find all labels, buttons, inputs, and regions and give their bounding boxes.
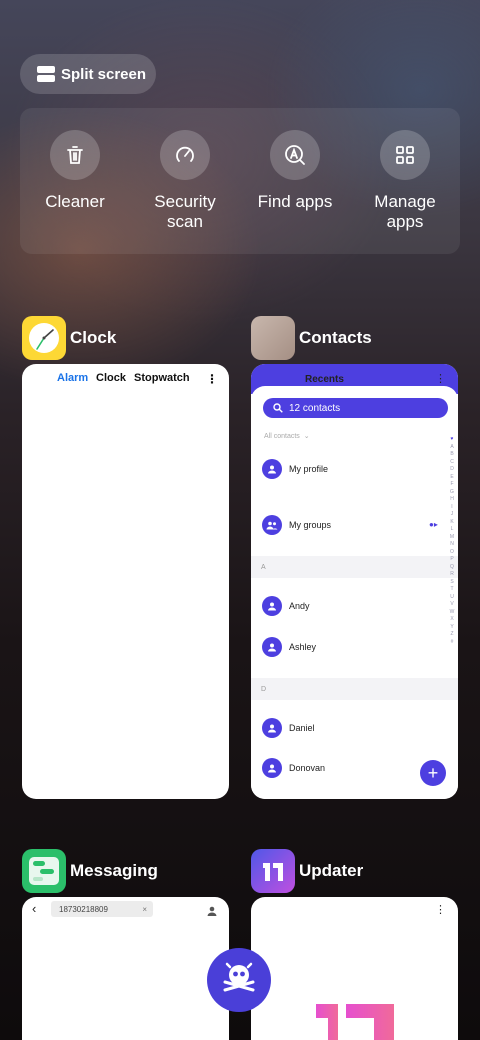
quick-actions-panel: Cleaner Security scan Find apps Manage a… (20, 108, 460, 254)
alphabet-index-letter[interactable]: I (448, 504, 456, 512)
avatar (262, 459, 282, 479)
security-scan-button[interactable]: Security scan (130, 130, 240, 232)
contacts-list: 12 contacts All contacts ⌄ My profile My… (251, 386, 458, 799)
alphabet-index-letter[interactable]: F (448, 481, 456, 489)
my-groups-item[interactable]: My groups (289, 520, 331, 530)
split-screen-label: Split screen (61, 65, 147, 83)
alphabet-index-letter[interactable]: Y (448, 624, 456, 632)
alphabet-index-letter[interactable]: B (448, 451, 456, 459)
alphabet-index-letter[interactable]: ♥ (448, 436, 456, 444)
trash-icon (50, 130, 100, 180)
alphabet-index-letter[interactable]: C (448, 459, 456, 467)
alphabet-index-letter[interactable]: T (448, 586, 456, 594)
add-contact-button[interactable]: + (420, 760, 446, 786)
clock-app-icon (22, 316, 66, 360)
grid-apps-icon (380, 130, 430, 180)
find-apps-label: Find apps (257, 192, 333, 211)
alphabet-index-letter[interactable]: S (448, 579, 456, 587)
updater-app-preview[interactable]: ⋮ (251, 897, 458, 1040)
manage-apps-button[interactable]: Manage apps (350, 130, 460, 232)
contacts-app-name: Contacts (299, 328, 372, 347)
avatar (262, 596, 282, 616)
back-arrow-icon[interactable]: ‹ (32, 901, 36, 916)
avatar (262, 758, 282, 778)
alphabet-index-letter[interactable]: A (448, 444, 456, 452)
split-screen-button[interactable]: Split screen (20, 54, 156, 94)
tab-stopwatch[interactable]: Stopwatch (134, 372, 190, 384)
updater-app-icon (251, 849, 295, 893)
more-options-icon[interactable]: ⋮ (206, 372, 218, 386)
alphabet-index-letter[interactable]: P (448, 556, 456, 564)
alphabet-index-letter[interactable]: R (448, 571, 456, 579)
contact-item[interactable]: Ashley (289, 642, 316, 652)
alphabet-index-letter[interactable]: K (448, 519, 456, 527)
contacts-app-header[interactable]: Contacts (251, 316, 372, 360)
clock-app-header[interactable]: Clock (22, 316, 116, 360)
security-scan-label: Security scan (154, 192, 216, 231)
recipient-number: 18730218809 (59, 904, 108, 914)
updater-logo (316, 1004, 394, 1040)
search-icon (273, 403, 283, 413)
contact-item[interactable]: Andy (289, 601, 310, 611)
messaging-app-icon (22, 849, 66, 893)
contacts-app-preview[interactable]: Recents ⋮ 12 contacts All contacts ⌄ My … (251, 364, 458, 799)
clock-app-preview[interactable]: Alarm Clock Stopwatch ⋮ (22, 364, 229, 799)
close-icon[interactable]: × (142, 905, 147, 914)
section-header-d: D (251, 678, 458, 700)
tab-recents[interactable]: Recents (305, 374, 344, 385)
alphabet-index[interactable]: ♥ A B C D E F G H I J K L M N O P Q R S T U V W X Y Z # (448, 436, 456, 646)
my-profile-item[interactable]: My profile (289, 464, 328, 474)
alphabet-index-letter[interactable]: L (448, 526, 456, 534)
cleaner-button[interactable]: Cleaner (20, 130, 130, 212)
alphabet-index-letter[interactable]: V (448, 601, 456, 609)
messaging-app-header[interactable]: Messaging (22, 849, 158, 893)
alphabet-index-letter[interactable]: Z (448, 631, 456, 639)
updater-app-name: Updater (299, 861, 364, 880)
cleaner-label: Cleaner (45, 192, 105, 211)
alphabet-index-letter[interactable]: G (448, 489, 456, 497)
alphabet-index-letter[interactable]: W (448, 609, 456, 617)
alphabet-index-letter[interactable]: Q (448, 564, 456, 572)
section-header-a: A (251, 556, 458, 578)
group-avatar (262, 515, 282, 535)
contact-person-icon[interactable] (207, 903, 217, 921)
contacts-search-bar[interactable]: 12 contacts (263, 398, 448, 418)
more-options-icon[interactable]: ⋮ (435, 903, 446, 916)
contacts-app-icon (251, 316, 295, 360)
tab-clock[interactable]: Clock (96, 372, 126, 384)
alphabet-index-letter[interactable]: D (448, 466, 456, 474)
contacts-filter[interactable]: All contacts ⌄ (264, 432, 310, 441)
alphabet-index-letter[interactable]: M (448, 534, 456, 542)
tab-alarm[interactable]: Alarm (57, 372, 88, 384)
alphabet-index-letter[interactable]: O (448, 549, 456, 557)
contacts-filter-label: All contacts (264, 432, 300, 440)
more-options-icon[interactable]: ⋮ (435, 372, 446, 385)
clock-app-name: Clock (70, 328, 117, 347)
chevron-down-icon: ⌄ (303, 433, 310, 440)
messaging-app-preview[interactable]: ‹ 18730218809 × (22, 897, 229, 1040)
find-apps-button[interactable]: Find apps (240, 130, 350, 212)
alphabet-index-letter[interactable]: U (448, 594, 456, 602)
updater-app-header[interactable]: Updater (251, 849, 363, 893)
contact-item[interactable]: Donovan (289, 763, 325, 773)
messaging-app-name: Messaging (70, 861, 158, 880)
manage-apps-label: Manage apps (374, 192, 436, 231)
alphabet-index-letter[interactable]: # (448, 639, 456, 647)
skull-crossbones-icon (223, 962, 255, 992)
alphabet-index-letter[interactable]: E (448, 474, 456, 482)
split-screen-icon (37, 66, 55, 82)
alphabet-index-letter[interactable]: X (448, 616, 456, 624)
group-indicator-icon: ●▸ (429, 520, 438, 529)
contacts-count: 12 contacts (289, 402, 341, 414)
security-gauge-icon (160, 130, 210, 180)
recipient-chip[interactable]: 18730218809 × (51, 901, 153, 917)
avatar (262, 718, 282, 738)
find-apps-icon (270, 130, 320, 180)
avatar (262, 637, 282, 657)
alphabet-index-letter[interactable]: J (448, 511, 456, 519)
clear-all-button[interactable] (207, 948, 271, 1012)
alphabet-index-letter[interactable]: N (448, 541, 456, 549)
contact-item[interactable]: Daniel (289, 723, 315, 733)
alphabet-index-letter[interactable]: H (448, 496, 456, 504)
